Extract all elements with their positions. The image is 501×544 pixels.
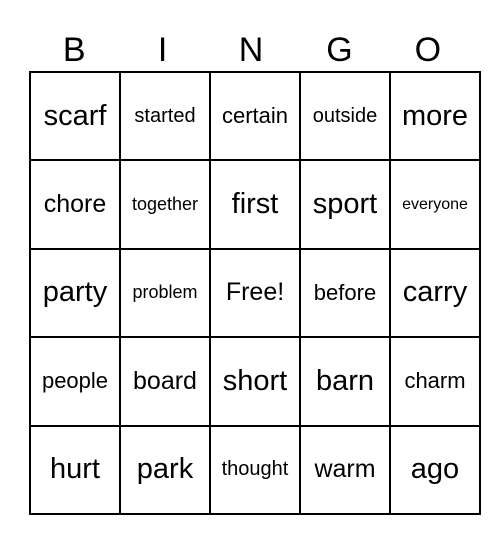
card-cell: problem xyxy=(119,247,211,339)
free-space: Free! xyxy=(209,247,301,339)
header-letter-o: O xyxy=(414,31,442,69)
card-cell: together xyxy=(119,159,211,250)
card-cell: scarf xyxy=(29,70,121,162)
card-cell: outside xyxy=(299,70,391,162)
card-row: people board short barn charm xyxy=(29,336,481,427)
card-cell: party xyxy=(29,247,121,339)
card-cell: people xyxy=(29,336,121,427)
card-cell: carry xyxy=(389,247,481,339)
card-cell: ago xyxy=(389,424,481,516)
card-cell: barn xyxy=(299,336,391,427)
card-cell: thought xyxy=(209,424,301,516)
header-letter-i: I xyxy=(157,31,168,69)
card-cell: everyone xyxy=(389,159,481,250)
card-cell: short xyxy=(209,336,301,427)
card-cell: started xyxy=(119,70,211,162)
card-cell: charm xyxy=(389,336,481,427)
card-cell: warm xyxy=(299,424,391,516)
card-row: party problem Free! before carry xyxy=(29,247,481,339)
card-cell: certain xyxy=(209,70,301,162)
card-cell: chore xyxy=(29,159,121,250)
card-row: scarf started certain outside more xyxy=(29,70,481,162)
bingo-header: B I N G O xyxy=(30,28,472,72)
header-letter-g: G xyxy=(326,31,353,69)
bingo-card: scarf started certain outside more chore… xyxy=(29,70,481,516)
card-cell: sport xyxy=(299,159,391,250)
card-cell: hurt xyxy=(29,424,121,516)
card-cell: more xyxy=(389,70,481,162)
header-letter-b: B xyxy=(62,31,86,69)
card-cell: before xyxy=(299,247,391,339)
card-row: chore together first sport everyone xyxy=(29,159,481,250)
header-letter-n: N xyxy=(238,31,264,69)
card-cell: park xyxy=(119,424,211,516)
card-cell: first xyxy=(209,159,301,250)
card-row: hurt park thought warm ago xyxy=(29,424,481,516)
card-cell: board xyxy=(119,336,211,427)
